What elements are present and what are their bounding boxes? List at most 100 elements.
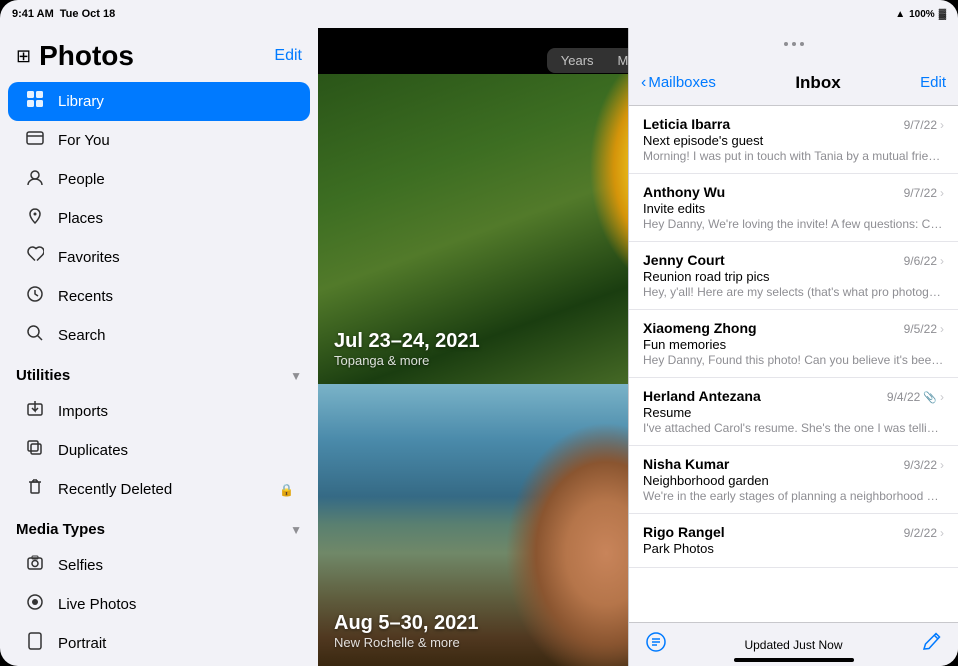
mail-sender-4: Herland Antezana: [643, 388, 761, 404]
mail-sender-1: Anthony Wu: [643, 184, 725, 200]
sidebar-item-library[interactable]: Library: [8, 82, 310, 121]
mail-subject-3: Fun memories: [643, 337, 944, 352]
media-types-section-header[interactable]: Media Types ▼: [0, 513, 318, 542]
mail-compose-button[interactable]: [920, 631, 942, 659]
mail-list: Leticia Ibarra 9/7/22 › Next episode's g…: [629, 106, 958, 622]
sidebar-item-recents[interactable]: Recents: [8, 277, 310, 316]
mail-panel-dots: [629, 28, 958, 60]
mail-item-1[interactable]: Anthony Wu 9/7/22 › Invite edits Hey Dan…: [629, 174, 958, 242]
photo-caption-2: Aug 5–30, 2021 New Rochelle & more: [334, 612, 479, 650]
mail-edit-button[interactable]: Edit: [920, 74, 946, 91]
chevron-icon: ›: [940, 254, 944, 268]
duplicates-label: Duplicates: [58, 442, 294, 459]
photo-caption-1: Jul 23–24, 2021 Topanga & more: [334, 330, 480, 368]
selfies-label: Selfies: [58, 557, 294, 574]
sidebar-item-portrait[interactable]: Portrait: [8, 624, 310, 663]
sidebar-item-live-photos[interactable]: Live Photos: [8, 585, 310, 624]
mail-item-2[interactable]: Jenny Court 9/6/22 › Reunion road trip p…: [629, 242, 958, 310]
chevron-icon: ›: [940, 526, 944, 540]
sidebar-item-imports[interactable]: Imports: [8, 392, 310, 431]
live-photos-icon: [24, 593, 46, 616]
library-icon: [24, 90, 46, 113]
home-indicator: [734, 658, 854, 662]
media-types-label: Media Types: [16, 521, 105, 538]
sidebar-item-places[interactable]: Places: [8, 199, 310, 238]
status-bar: 9:41 AM Tue Oct 18 ▲ 100% ▓: [0, 0, 958, 28]
sidebar-item-selfies[interactable]: Selfies: [8, 546, 310, 585]
utilities-section-header[interactable]: Utilities ▼: [0, 359, 318, 388]
sidebar-item-search[interactable]: Search: [8, 316, 310, 355]
portrait-label: Portrait: [58, 635, 294, 652]
status-day: Tue Oct 18: [60, 8, 115, 20]
dot-3: [800, 42, 804, 46]
sidebar-item-duplicates[interactable]: Duplicates: [8, 431, 310, 470]
mail-date-0: 9/7/22 ›: [904, 118, 944, 132]
back-chevron-icon: ‹: [641, 74, 646, 92]
mail-subject-1: Invite edits: [643, 201, 944, 216]
sidebar: ⊞ Photos Edit Library: [0, 28, 318, 666]
imports-label: Imports: [58, 403, 294, 420]
for-you-label: For You: [58, 132, 294, 149]
mail-inbox-title: Inbox: [795, 73, 840, 93]
mail-list-icon[interactable]: [645, 631, 667, 658]
sidebar-item-favorites[interactable]: Favorites: [8, 238, 310, 277]
recently-deleted-icon: [24, 478, 46, 501]
sidebar-toggle-icon[interactable]: ⊞: [16, 46, 31, 67]
live-photos-label: Live Photos: [58, 596, 294, 613]
places-icon: [24, 207, 46, 230]
favorites-label: Favorites: [58, 249, 294, 266]
sidebar-item-for-you[interactable]: For You: [8, 121, 310, 160]
tab-years[interactable]: Years: [549, 50, 606, 71]
sidebar-edit-button[interactable]: Edit: [274, 47, 302, 65]
chevron-icon: ›: [940, 390, 944, 404]
mail-panel: ‹ Mailboxes Inbox Edit Leticia Ibarra 9/…: [628, 28, 958, 666]
mail-date-2: 9/6/22 ›: [904, 254, 944, 268]
mail-subject-2: Reunion road trip pics: [643, 269, 944, 284]
mail-header: ‹ Mailboxes Inbox Edit: [629, 60, 958, 106]
mail-item-4[interactable]: Herland Antezana 9/4/22 📎 › Resume I've …: [629, 378, 958, 446]
chevron-icon: ›: [940, 118, 944, 132]
sidebar-item-people[interactable]: People: [8, 160, 310, 199]
mail-preview-4: I've attached Carol's resume. She's the …: [643, 421, 944, 435]
selfies-icon: [24, 554, 46, 577]
duplicates-icon: [24, 439, 46, 462]
status-time: 9:41 AM: [12, 8, 54, 20]
places-label: Places: [58, 210, 294, 227]
mail-date-5: 9/3/22 ›: [904, 458, 944, 472]
mail-date-1: 9/7/22 ›: [904, 186, 944, 200]
chevron-icon: ›: [940, 458, 944, 472]
mail-preview-3: Hey Danny, Found this photo! Can you bel…: [643, 353, 944, 367]
mail-preview-1: Hey Danny, We're loving the invite! A fe…: [643, 217, 944, 231]
mail-sender-5: Nisha Kumar: [643, 456, 729, 472]
lock-icon: 🔒: [279, 483, 294, 497]
library-label: Library: [58, 93, 294, 110]
utilities-chevron: ▼: [290, 369, 302, 383]
photo-date-2: Aug 5–30, 2021: [334, 612, 479, 635]
for-you-icon: [24, 129, 46, 152]
imports-icon: [24, 400, 46, 423]
search-icon: [24, 324, 46, 347]
mail-preview-0: Morning! I was put in touch with Tania b…: [643, 149, 944, 163]
sidebar-item-recently-deleted[interactable]: Recently Deleted 🔒: [8, 470, 310, 509]
media-types-chevron: ▼: [290, 523, 302, 537]
mail-subject-6: Park Photos: [643, 541, 944, 556]
mail-back-button[interactable]: ‹ Mailboxes: [641, 74, 716, 92]
recents-icon: [24, 285, 46, 308]
mail-item-5[interactable]: Nisha Kumar 9/3/22 › Neighborhood garden…: [629, 446, 958, 514]
photo-location-1: Topanga & more: [334, 353, 480, 368]
photo-location-2: New Rochelle & more: [334, 635, 479, 650]
people-icon: [24, 168, 46, 191]
mail-item-0[interactable]: Leticia Ibarra 9/7/22 › Next episode's g…: [629, 106, 958, 174]
portrait-icon: [24, 632, 46, 655]
mail-footer-status: Updated Just Now: [744, 638, 842, 652]
mail-subject-0: Next episode's guest: [643, 133, 944, 148]
mail-sender-0: Leticia Ibarra: [643, 116, 730, 132]
mail-item-3[interactable]: Xiaomeng Zhong 9/5/22 › Fun memories Hey…: [629, 310, 958, 378]
people-label: People: [58, 171, 294, 188]
mail-sender-2: Jenny Court: [643, 252, 725, 268]
favorites-icon: [24, 246, 46, 269]
mail-preview-2: Hey, y'all! Here are my selects (that's …: [643, 285, 944, 299]
sidebar-main-section: Library For You: [0, 78, 318, 359]
mail-sender-3: Xiaomeng Zhong: [643, 320, 757, 336]
mail-item-6[interactable]: Rigo Rangel 9/2/22 › Park Photos: [629, 514, 958, 568]
